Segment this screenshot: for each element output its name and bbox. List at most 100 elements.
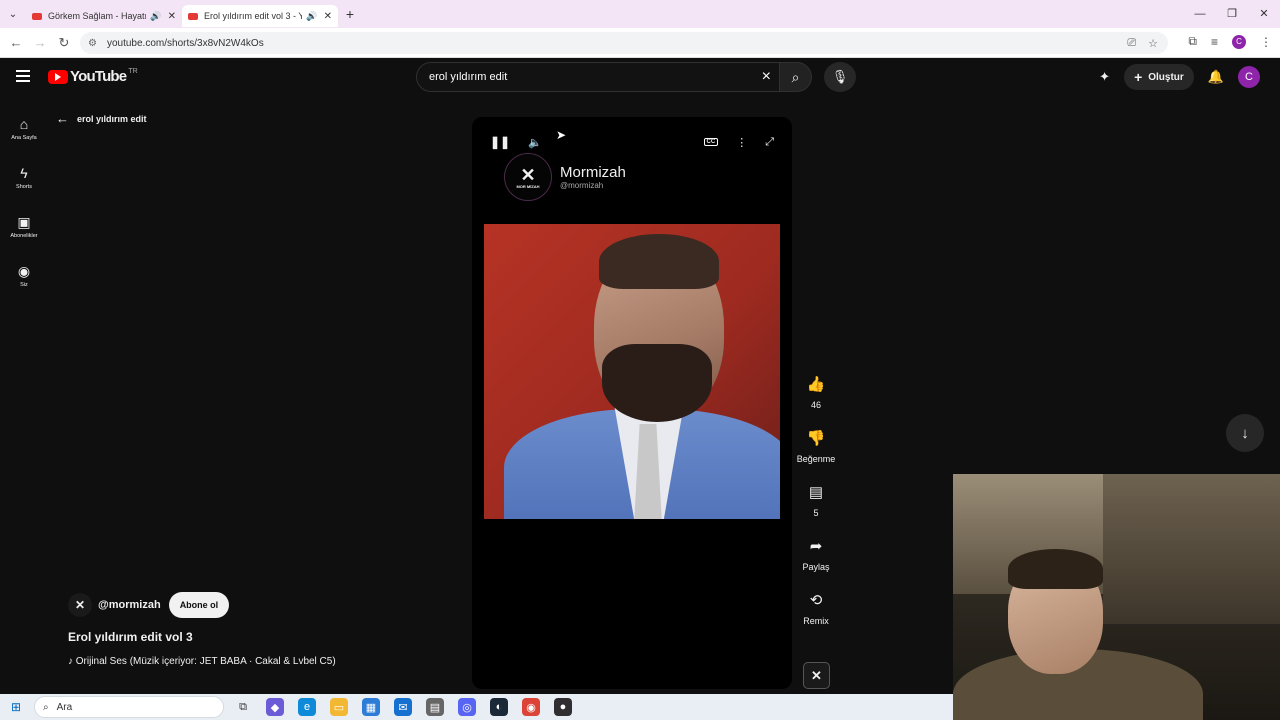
explore-icon[interactable]: ✦ (1099, 69, 1110, 85)
share-icon[interactable]: ➦ (798, 532, 834, 560)
sidebar-item-you[interactable]: ◉ Siz (0, 251, 48, 300)
youtube-favicon-icon (188, 12, 198, 20)
like-action[interactable]: 👍 46 (796, 370, 836, 410)
app-icon[interactable]: ▤ (426, 698, 444, 716)
fullscreen-icon[interactable]: ⤢ (765, 136, 774, 149)
close-tab-icon[interactable]: ✕ (324, 11, 332, 22)
youtube-logo[interactable]: YouTube TR (48, 68, 138, 85)
voice-search-icon[interactable]: 🎙 (824, 62, 856, 92)
share-action[interactable]: ➦ Paylaş (796, 532, 836, 572)
forward-icon[interactable]: → (28, 35, 52, 50)
close-window-icon[interactable]: ✕ (1248, 0, 1280, 28)
edge-icon[interactable]: e (298, 698, 316, 716)
comments-action[interactable]: ▤ 5 (796, 478, 836, 518)
mail-icon[interactable]: ✉ (394, 698, 412, 716)
shorts-actions: 👍 46 👎 Beğenme ▤ 5 ➦ Paylaş ⟲ Remix (796, 370, 836, 640)
remix-icon[interactable]: ⟲ (798, 586, 834, 614)
music-note-icon: ♪ (68, 656, 76, 667)
youtube-masthead: YouTube TR erol yıldırım edit × ⌕ 🎙 ✦ + … (0, 58, 1280, 96)
obs-icon[interactable]: ● (554, 698, 572, 716)
next-short-arrow-icon[interactable]: ↓ (1226, 414, 1264, 452)
menu-icon[interactable] (16, 70, 30, 82)
taskbar-search-placeholder: Ara (56, 701, 73, 713)
account-avatar[interactable]: C (1238, 66, 1260, 88)
copilot-icon[interactable]: ◆ (266, 698, 284, 716)
channel-handle[interactable]: @mormizah (98, 599, 161, 611)
home-icon: ⌂ (19, 115, 29, 132)
sidebar-item-home[interactable]: ⌂ Ana Sayfa (0, 104, 48, 153)
sidebar-item-label: Ana Sayfa (11, 134, 37, 141)
sidebar-item-subscriptions[interactable]: ▣ Abonelikler (0, 202, 48, 251)
address-bar: ← → ↻ ⚙ youtube.com/shorts/3x8vN2W4kOs ⎚… (0, 28, 1280, 58)
logo-text: YouTube (70, 68, 127, 85)
notifications-bell-icon[interactable]: 🔔 (1208, 69, 1224, 85)
webcam-wall-bg (1103, 474, 1280, 624)
window-controls: — ❐ ✕ (1184, 0, 1280, 28)
create-label: Oluştur (1148, 71, 1184, 83)
share-label: Paylaş (802, 562, 830, 572)
video-title[interactable]: Erol yıldırım edit vol 3 (68, 630, 468, 644)
windows-start-icon[interactable]: ⊞ (0, 700, 32, 714)
bookmark-star-icon[interactable]: ☆ (1148, 37, 1158, 50)
search-input[interactable]: erol yıldırım edit × (416, 62, 780, 92)
windows-taskbar: ⊞ ⌕ Ara ⧉ ◆ e ▭ ▦ ✉ ▤ ◎ ◐ ◉ ● (0, 694, 953, 720)
browser-menu-icon[interactable]: ⋮ (1260, 35, 1272, 49)
install-app-icon[interactable]: ⎚ (1127, 37, 1136, 50)
file-explorer-icon[interactable]: ▭ (330, 698, 348, 716)
clear-search-icon[interactable]: × (762, 68, 771, 86)
captions-icon[interactable]: CC (703, 138, 719, 146)
profile-avatar[interactable]: C (1232, 34, 1246, 49)
store-icon[interactable]: ▦ (362, 698, 380, 716)
steam-icon[interactable]: ◐ (490, 698, 508, 716)
subscribe-button[interactable]: Abone ol (168, 592, 230, 618)
shorts-player[interactable]: ❚❚ 🔈 CC ⋮ ⤢ ✕ MOR MİZAH Mormizah @mormiz… (472, 117, 792, 689)
music-info[interactable]: ♪ Orijinal Ses (Müzik içeriyor: JET BABA… (68, 656, 468, 667)
reload-icon[interactable]: ↻ (52, 35, 76, 51)
volume-icon[interactable]: 🔈 (528, 136, 542, 149)
tab-search-icon[interactable]: ⌄ (0, 0, 26, 28)
video-info: ✕ @mormizah Abone ol Erol yıldırım edit … (68, 592, 468, 667)
create-button[interactable]: + Oluştur (1124, 64, 1194, 90)
site-info-icon[interactable]: ⚙ (88, 38, 97, 49)
comment-icon[interactable]: ▤ (798, 478, 834, 506)
more-options-icon[interactable]: ⋮ (736, 136, 747, 149)
man-hair (599, 234, 719, 289)
like-icon[interactable]: 👍 (798, 370, 834, 398)
search-icon[interactable]: ⌕ (780, 62, 812, 92)
audio-playing-icon[interactable]: 🔊 (150, 11, 161, 22)
task-view-icon[interactable]: ⧉ (234, 698, 252, 716)
audio-playing-icon[interactable]: 🔊 (306, 11, 317, 22)
youtube-play-icon (48, 69, 68, 84)
browser-tab-1[interactable]: Görkem Sağlam - Hayatımı 🔊 ✕ (26, 5, 182, 27)
mormizah-logo: ✕ MOR MİZAH (504, 153, 552, 201)
sound-thumbnail[interactable]: ✕ (803, 662, 830, 689)
sidebar-item-shorts[interactable]: ϟ Shorts (0, 153, 48, 202)
browser-tab-bar: ⌄ Görkem Sağlam - Hayatımı 🔊 ✕ Erol yıld… (0, 0, 1280, 28)
back-label: erol yıldırım edit (77, 113, 147, 124)
url-text: youtube.com/shorts/3x8vN2W4kOs (106, 37, 264, 49)
url-field[interactable]: ⚙ youtube.com/shorts/3x8vN2W4kOs ⎚ ☆ (80, 32, 1168, 54)
discord-icon[interactable]: ◎ (458, 698, 476, 716)
video-frame (484, 224, 780, 519)
dislike-icon[interactable]: 👎 (798, 424, 834, 452)
pause-icon[interactable]: ❚❚ (490, 135, 510, 149)
back-to-search-link[interactable]: ← erol yıldırım edit (56, 111, 147, 126)
restore-icon[interactable]: ❐ (1216, 0, 1248, 28)
tab-title: Erol yıldırım edit vol 3 - You (204, 11, 303, 21)
chrome-icon[interactable]: ◉ (522, 698, 540, 716)
mini-guide-sidebar: ⌂ Ana Sayfa ϟ Shorts ▣ Abonelikler ◉ Siz (0, 104, 48, 300)
media-control-icon[interactable]: ≡ (1211, 35, 1218, 49)
remix-action[interactable]: ⟲ Remix (796, 586, 836, 626)
back-icon[interactable]: ← (4, 35, 28, 50)
dislike-action[interactable]: 👎 Beğenme (796, 424, 836, 464)
minimize-icon[interactable]: — (1184, 0, 1216, 28)
extensions-icon[interactable]: ⧉ (1188, 34, 1197, 49)
channel-avatar[interactable]: ✕ (68, 593, 92, 617)
youtube-favicon-icon (32, 12, 42, 20)
browser-tab-2[interactable]: Erol yıldırım edit vol 3 - You 🔊 ✕ (182, 5, 338, 27)
taskbar-search[interactable]: ⌕ Ara (34, 696, 224, 718)
plus-icon: + (1134, 69, 1143, 85)
new-tab-button[interactable]: + (338, 6, 362, 22)
back-arrow-icon: ← (56, 111, 69, 126)
close-tab-icon[interactable]: ✕ (168, 11, 176, 22)
